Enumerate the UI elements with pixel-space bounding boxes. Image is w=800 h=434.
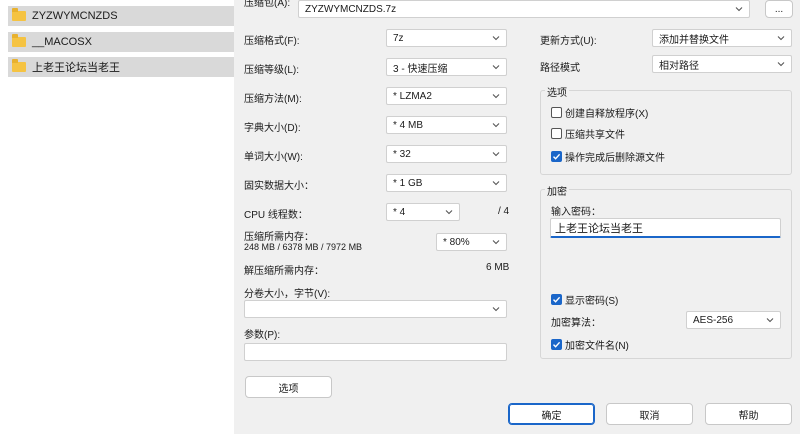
create-sfx-label: 创建自释放程序(X) — [565, 109, 649, 120]
checkbox[interactable] — [551, 107, 562, 118]
memory-detail: 248 MB / 6378 MB / 7972 MB — [244, 242, 363, 252]
chevron-down-icon — [491, 33, 501, 43]
level-label: 压缩等级(L): — [244, 65, 299, 76]
file-name: 上老王论坛当老王 — [32, 62, 120, 74]
folder-icon — [12, 59, 26, 72]
folder-icon — [12, 34, 26, 47]
level-select[interactable]: 3 - 快速压缩 — [386, 58, 507, 76]
create-sfx-checkbox[interactable]: 创建自释放程序(X) — [551, 105, 648, 120]
password-value: 上老王论坛当老王 — [555, 222, 643, 235]
cancel-button[interactable]: 取消 — [606, 403, 693, 425]
chevron-down-icon — [491, 178, 501, 188]
file-list-item[interactable]: ZYZWYMCNZDS — [8, 6, 234, 26]
format-select[interactable]: 7z — [386, 29, 507, 47]
help-button[interactable]: 帮助 — [705, 403, 792, 425]
file-list-item[interactable]: 上老王论坛当老王 — [8, 57, 234, 77]
solid-value: * 1 GB — [393, 177, 423, 189]
checkbox[interactable] — [551, 128, 562, 139]
chevron-down-icon — [491, 62, 501, 72]
options-group-title: 选项 — [545, 84, 569, 99]
checkbox[interactable] — [551, 294, 562, 305]
memory-select[interactable]: * 80% — [436, 233, 507, 251]
chevron-down-icon — [776, 33, 786, 43]
solid-label: 固实数据大小： — [244, 181, 314, 192]
archive-label: 压缩包(A): — [244, 0, 291, 9]
chevron-down-icon — [491, 304, 501, 314]
level-value: 3 - 快速压缩 — [393, 63, 448, 75]
folder-icon — [12, 8, 26, 21]
chevron-down-icon — [734, 4, 744, 14]
encryption-method-value: AES-256 — [693, 314, 734, 326]
browse-button[interactable]: ... — [765, 0, 793, 18]
file-name: ZYZWYMCNZDS — [32, 10, 118, 22]
update-mode-label: 更新方式(U): — [540, 36, 597, 47]
path-mode-select[interactable]: 相对路径 — [652, 55, 792, 73]
archive-name-combo[interactable]: ZYZWYMCNZDS.7z — [298, 0, 750, 18]
checkmark-icon — [553, 296, 561, 303]
threads-select[interactable]: * 4 — [386, 203, 460, 221]
format-label: 压缩格式(F): — [244, 36, 300, 47]
memory-label: 压缩所需内存： — [244, 232, 314, 243]
checkbox[interactable] — [551, 151, 562, 162]
decompress-memory-label: 解压缩所需内存： — [244, 266, 324, 277]
file-list-item[interactable]: __MACOSX — [8, 32, 234, 52]
dict-select[interactable]: * 4 MB — [386, 116, 507, 134]
checkmark-icon — [553, 341, 561, 348]
encrypt-names-label: 加密文件名(N) — [565, 341, 629, 352]
split-size-combo[interactable] — [244, 300, 507, 318]
chevron-down-icon — [491, 91, 501, 101]
chevron-down-icon — [776, 59, 786, 69]
chevron-down-icon — [444, 207, 454, 217]
update-mode-value: 添加并替换文件 — [659, 34, 729, 46]
add-to-archive-dialog: 压缩包(A): ZYZWYMCNZDS.7z ... 压缩格式(F): 7z 压… — [234, 0, 800, 434]
word-label: 单词大小(W): — [244, 152, 303, 163]
dict-label: 字典大小(D): — [244, 123, 301, 134]
file-name: __MACOSX — [32, 36, 92, 48]
encryption-group-title: 加密 — [545, 183, 569, 198]
password-label: 输入密码： — [551, 207, 601, 218]
threads-value: * 4 — [393, 206, 406, 218]
path-mode-value: 相对路径 — [659, 60, 699, 72]
show-password-checkbox[interactable]: 显示密码(S) — [551, 292, 618, 307]
update-mode-select[interactable]: 添加并替换文件 — [652, 29, 792, 47]
chevron-down-icon — [491, 120, 501, 130]
chevron-down-icon — [491, 237, 501, 247]
format-value: 7z — [393, 32, 404, 44]
threads-max: / 4 — [498, 206, 510, 217]
delete-after-label: 操作完成后删除源文件 — [565, 153, 665, 164]
options-button[interactable]: 选项 — [245, 376, 332, 398]
compress-shared-label: 压缩共享文件 — [565, 130, 625, 141]
encryption-method-select[interactable]: AES-256 — [686, 311, 781, 329]
path-mode-label: 路径模式 — [540, 63, 580, 74]
decompress-memory-value: 6 MB — [486, 262, 510, 273]
solid-select[interactable]: * 1 GB — [386, 174, 507, 192]
params-label: 参数(P): — [244, 330, 281, 341]
file-list: ZYZWYMCNZDS __MACOSX 上老王论坛当老王 — [0, 0, 234, 434]
checkbox[interactable] — [551, 339, 562, 350]
compress-shared-checkbox[interactable]: 压缩共享文件 — [551, 126, 625, 141]
method-value: * LZMA2 — [393, 90, 432, 102]
params-input[interactable] — [244, 343, 507, 361]
checkmark-icon — [553, 153, 561, 160]
chevron-down-icon — [765, 315, 775, 325]
ok-button[interactable]: 确定 — [508, 403, 595, 425]
show-password-label: 显示密码(S) — [565, 296, 619, 307]
dict-value: * 4 MB — [393, 119, 424, 131]
split-label: 分卷大小，字节(V): — [244, 289, 331, 300]
method-label: 压缩方法(M): — [244, 94, 302, 105]
threads-label: CPU 线程数： — [244, 210, 308, 221]
encryption-method-label: 加密算法： — [551, 318, 601, 329]
word-value: * 32 — [393, 148, 411, 160]
chevron-down-icon — [491, 149, 501, 159]
password-input[interactable]: 上老王论坛当老王 — [550, 218, 781, 238]
memory-value: * 80% — [443, 236, 470, 248]
encrypt-names-checkbox[interactable]: 加密文件名(N) — [551, 337, 629, 352]
delete-after-checkbox[interactable]: 操作完成后删除源文件 — [551, 149, 665, 164]
archive-name-value: ZYZWYMCNZDS.7z — [305, 3, 397, 15]
method-select[interactable]: * LZMA2 — [386, 87, 507, 105]
word-select[interactable]: * 32 — [386, 145, 507, 163]
